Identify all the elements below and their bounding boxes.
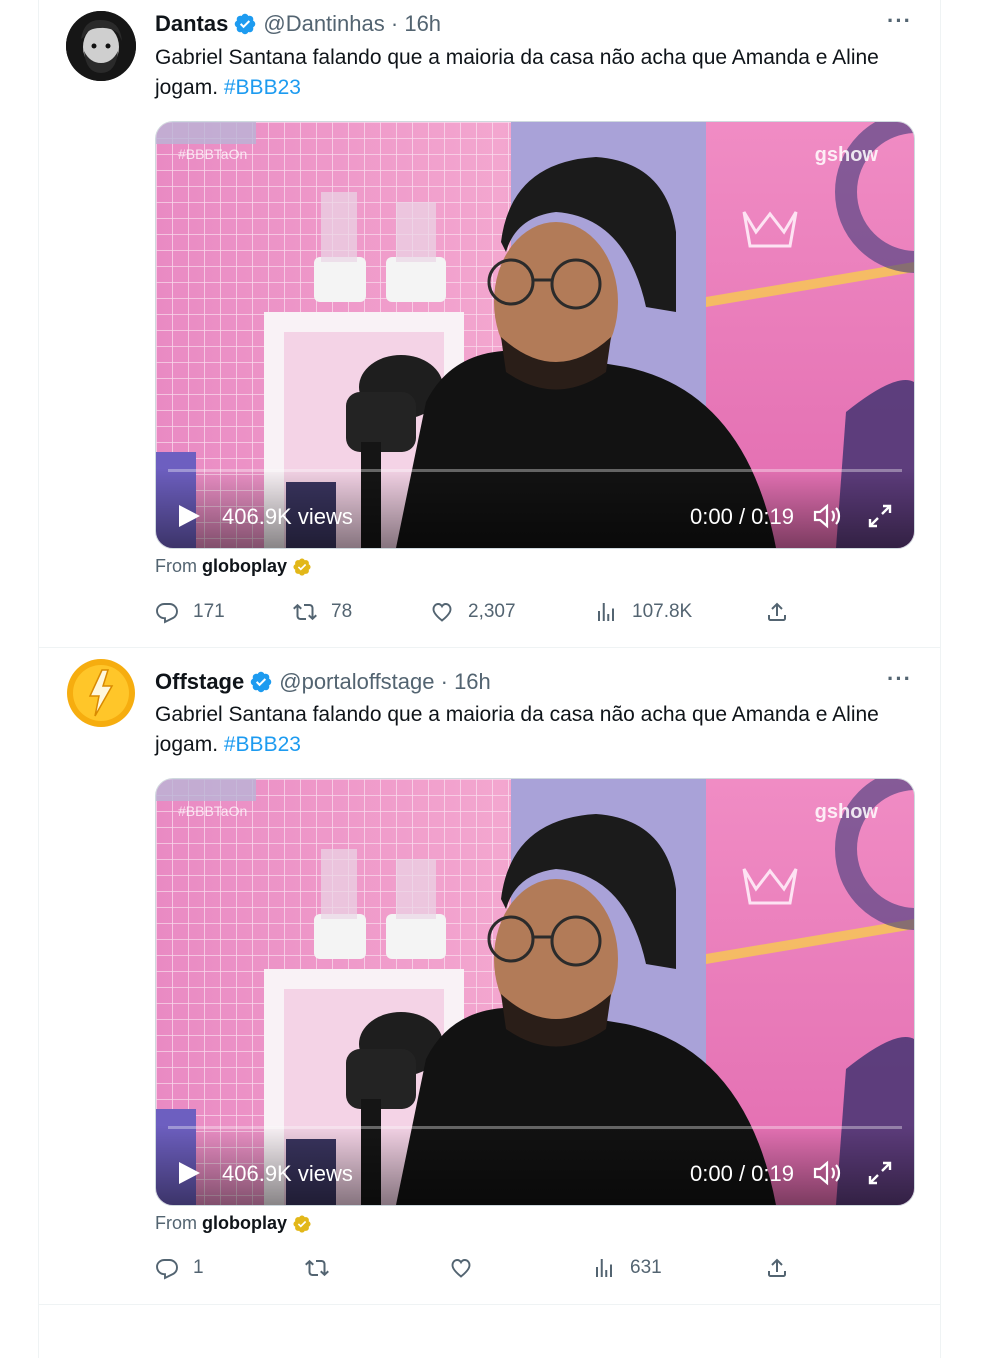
view-count: 107.8K bbox=[632, 601, 693, 622]
reply-count: 171 bbox=[193, 601, 225, 622]
share-icon bbox=[765, 1256, 789, 1280]
verified-badge-icon[interactable] bbox=[233, 12, 257, 36]
fullscreen-icon[interactable] bbox=[866, 502, 894, 530]
separator-dot: · bbox=[434, 669, 455, 694]
like-count: 2,307 bbox=[468, 601, 516, 622]
tweet-header: Dantas @Dantinhas · 16h bbox=[155, 10, 441, 38]
share-button[interactable] bbox=[765, 1256, 803, 1280]
volume-icon[interactable] bbox=[812, 1159, 842, 1187]
video-attribution: From globoplay bbox=[155, 556, 312, 577]
reply-button[interactable]: 1 bbox=[155, 1256, 204, 1280]
display-name[interactable]: Dantas bbox=[155, 11, 228, 37]
tweet-time[interactable]: 16h bbox=[454, 669, 491, 695]
share-button[interactable] bbox=[765, 600, 803, 624]
like-button[interactable]: 2,307 bbox=[430, 600, 516, 624]
avatar[interactable] bbox=[66, 11, 136, 81]
video-time: 0:00 / 0:19 bbox=[690, 504, 794, 529]
retweet-icon bbox=[305, 1256, 329, 1280]
video-view-count: 406.9K views bbox=[222, 504, 353, 529]
heart-icon bbox=[430, 600, 454, 624]
timeline-column: Dantas @Dantinhas · 16h ··· Gabriel Sant… bbox=[38, 0, 941, 1358]
from-label: From bbox=[155, 1213, 197, 1233]
retweet-button[interactable]: 78 bbox=[293, 600, 352, 624]
retweet-count: 78 bbox=[331, 601, 353, 622]
reply-icon bbox=[155, 600, 179, 624]
source-link[interactable]: globoplay bbox=[202, 1213, 287, 1234]
from-label: From bbox=[155, 556, 197, 576]
video-time: 0:00 / 0:19 bbox=[690, 1161, 794, 1186]
more-options-icon[interactable]: ··· bbox=[887, 666, 912, 692]
verified-badge-icon[interactable] bbox=[249, 670, 273, 694]
view-count: 631 bbox=[630, 1257, 662, 1278]
tweet-header: Offstage @portaloffstage · 16h bbox=[155, 668, 491, 696]
user-handle[interactable]: @Dantinhas bbox=[263, 11, 384, 37]
video-player[interactable]: #BBBTaOn gshow 406.9K views 0:00 / 0:19 bbox=[155, 778, 915, 1206]
analytics-icon bbox=[592, 1256, 616, 1280]
play-icon[interactable] bbox=[176, 503, 202, 529]
reply-button[interactable]: 171 bbox=[155, 600, 225, 624]
tweet[interactable]: Offstage @portaloffstage · 16h ··· Gabri… bbox=[39, 648, 940, 1305]
source-link[interactable]: globoplay bbox=[202, 556, 287, 577]
volume-icon[interactable] bbox=[812, 502, 842, 530]
fullscreen-icon[interactable] bbox=[866, 1159, 894, 1187]
hashtag-link[interactable]: #BBB23 bbox=[224, 76, 301, 99]
share-icon bbox=[765, 600, 789, 624]
avatar-image bbox=[66, 11, 136, 81]
video-watermark-brand: gshow bbox=[814, 144, 878, 166]
retweet-icon bbox=[293, 600, 317, 624]
avatar-image bbox=[66, 658, 136, 728]
reply-icon bbox=[155, 1256, 179, 1280]
reply-count: 1 bbox=[193, 1257, 204, 1278]
play-icon[interactable] bbox=[176, 1160, 202, 1186]
views-button[interactable]: 631 bbox=[592, 1256, 662, 1280]
tweet-time[interactable]: 16h bbox=[404, 11, 441, 37]
video-watermark-brand: gshow bbox=[814, 801, 878, 823]
separator-dot: · bbox=[384, 11, 405, 36]
tweet-actions: 1 631 bbox=[155, 1256, 915, 1286]
tweet-text: Gabriel Santana falando que a maioria da… bbox=[155, 43, 915, 103]
gold-verified-badge-icon bbox=[292, 557, 312, 577]
avatar[interactable] bbox=[66, 658, 136, 728]
tweet-actions: 171 78 2,307 107.8K bbox=[155, 600, 915, 630]
video-view-count: 406.9K views bbox=[222, 1161, 353, 1186]
video-watermark-tag: #BBBTaOn bbox=[178, 146, 248, 162]
video-progress-bar[interactable] bbox=[168, 469, 902, 472]
display-name[interactable]: Offstage bbox=[155, 669, 244, 695]
video-watermark-tag: #BBBTaOn bbox=[178, 803, 248, 819]
more-options-icon[interactable]: ··· bbox=[887, 8, 912, 34]
retweet-button[interactable] bbox=[305, 1256, 343, 1280]
heart-icon bbox=[449, 1256, 473, 1280]
like-button[interactable] bbox=[449, 1256, 487, 1280]
views-button[interactable]: 107.8K bbox=[594, 600, 692, 624]
video-progress-bar[interactable] bbox=[168, 1126, 902, 1129]
gold-verified-badge-icon bbox=[292, 1214, 312, 1234]
hashtag-link[interactable]: #BBB23 bbox=[224, 733, 301, 756]
video-player[interactable]: #BBBTaOn gshow 406.9K views 0:00 / 0:19 bbox=[155, 121, 915, 549]
tweet-text: Gabriel Santana falando que a maioria da… bbox=[155, 700, 915, 760]
tweet[interactable]: Dantas @Dantinhas · 16h ··· Gabriel Sant… bbox=[39, 0, 940, 648]
analytics-icon bbox=[594, 600, 618, 624]
video-attribution: From globoplay bbox=[155, 1213, 312, 1234]
user-handle[interactable]: @portaloffstage bbox=[279, 669, 434, 695]
